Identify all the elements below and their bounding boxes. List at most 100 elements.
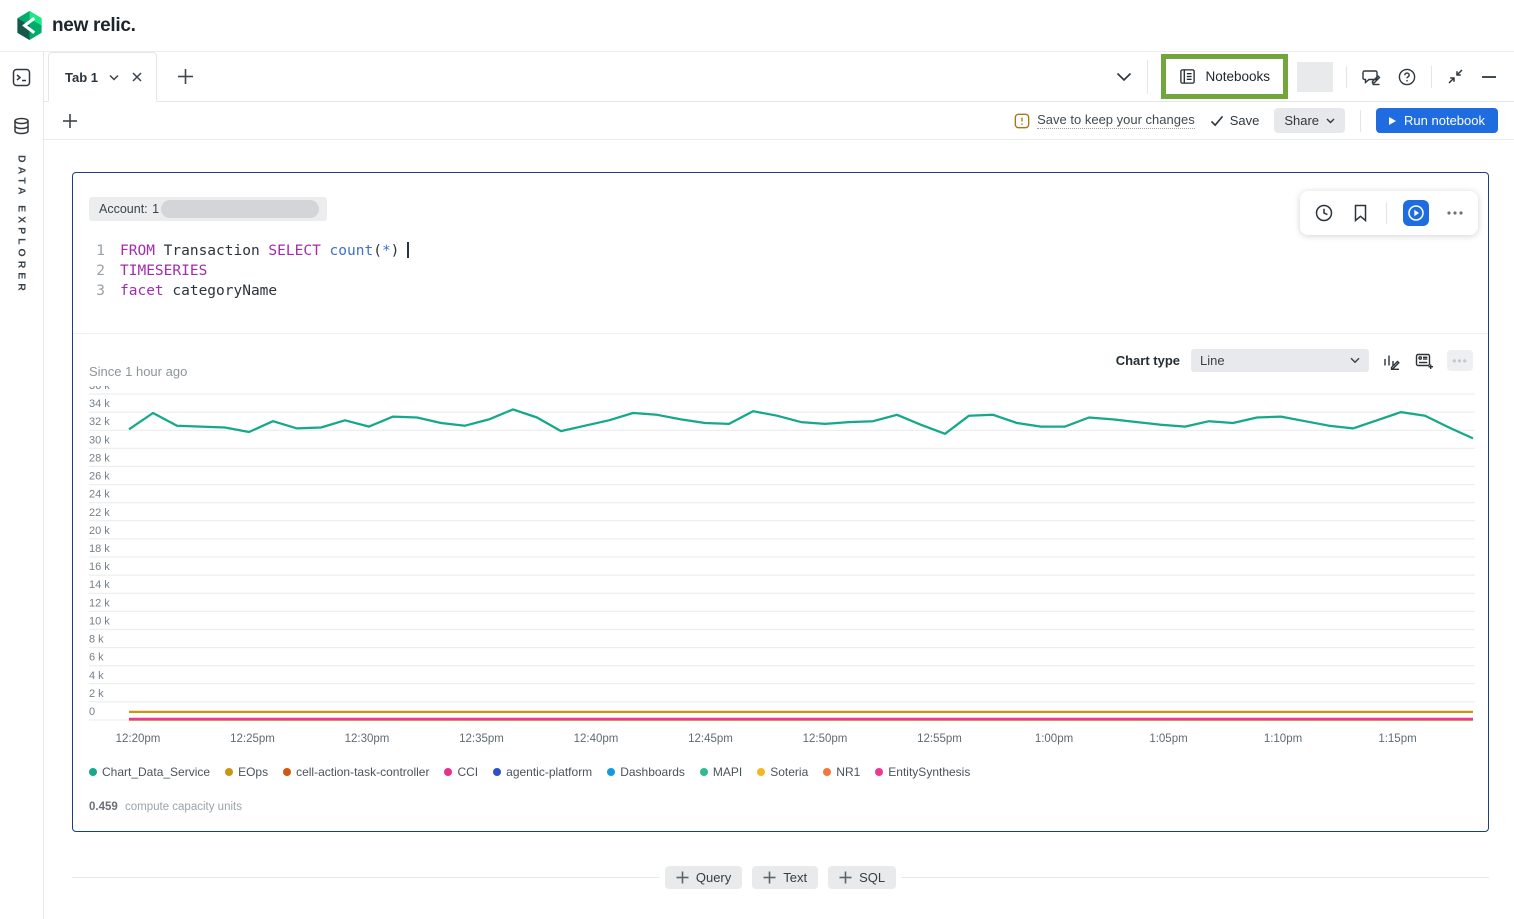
unsaved-changes-hint[interactable]: Save to keep your changes xyxy=(1014,112,1195,129)
collapse-icon[interactable] xyxy=(1445,66,1466,87)
legend-item[interactable]: agentic-platform xyxy=(493,765,592,779)
legend-dot xyxy=(225,768,233,776)
divider xyxy=(1431,66,1432,88)
legend-item[interactable]: Dashboards xyxy=(607,765,685,779)
add-cell-top-button[interactable] xyxy=(60,111,80,131)
query-line[interactable]: 2TIMESERIES xyxy=(89,261,409,281)
svg-text:1:05pm: 1:05pm xyxy=(1149,733,1187,745)
cell-divider xyxy=(73,333,1488,334)
legend-dot xyxy=(444,768,452,776)
legend-label: CCI xyxy=(457,765,478,779)
legend-dot xyxy=(757,768,765,776)
legend-item[interactable]: EntitySynthesis xyxy=(875,765,970,779)
legend-label: agentic-platform xyxy=(506,765,592,779)
query-history-icon[interactable] xyxy=(1313,202,1335,224)
divider xyxy=(1147,60,1148,94)
add-tab-button[interactable] xyxy=(175,66,196,87)
legend-item[interactable]: EOps xyxy=(225,765,268,779)
legend-item[interactable]: Chart_Data_Service xyxy=(89,765,210,779)
svg-text:12:40pm: 12:40pm xyxy=(574,733,619,745)
chart-type-value: Line xyxy=(1200,353,1225,368)
data-explorer-label: DATA EXPLORER xyxy=(16,155,28,295)
legend-label: MAPI xyxy=(713,765,742,779)
notebooks-button[interactable]: Notebooks xyxy=(1161,54,1288,99)
cell-more-options-icon[interactable] xyxy=(1445,209,1465,217)
help-icon[interactable] xyxy=(1396,66,1418,88)
svg-text:4 k: 4 k xyxy=(89,670,104,682)
play-icon xyxy=(1389,117,1396,125)
tab-close-icon[interactable] xyxy=(130,70,144,84)
save-button[interactable]: Save xyxy=(1210,113,1260,128)
cost-footer: 0.459 compute capacity units xyxy=(89,801,242,813)
add-button-label: Query xyxy=(696,870,731,885)
legend-item[interactable]: NR1 xyxy=(823,765,860,779)
legend-item[interactable]: CCI xyxy=(444,765,478,779)
line-number: 2 xyxy=(89,261,105,281)
account-pill[interactable]: Account: 1 xyxy=(89,197,327,221)
query-line[interactable]: 3facet categoryName xyxy=(89,281,409,301)
svg-text:12:25pm: 12:25pm xyxy=(230,733,275,745)
new-relic-logo-mark xyxy=(15,10,44,41)
nrql-query-editor[interactable]: 1FROM Transaction SELECT count(*)2TIMESE… xyxy=(89,241,409,301)
feedback-icon[interactable] xyxy=(1360,66,1383,88)
add-sql-button[interactable]: SQL xyxy=(828,866,896,889)
chart-type-label: Chart type xyxy=(1116,353,1180,368)
svg-text:10 k: 10 k xyxy=(89,615,110,627)
tab-bar: Tab 1 xyxy=(44,52,1514,102)
chart-legend: Chart_Data_Service EOps cell-action-task-c… xyxy=(89,765,970,779)
add-query-button[interactable]: Query xyxy=(665,866,742,889)
svg-text:32 k: 32 k xyxy=(89,416,110,428)
notebook-content: Account: 1 xyxy=(44,140,1514,919)
timeseries-chart[interactable]: 36 k34 k32 k30 k28 k26 k24 k22 k20 k18 k… xyxy=(89,386,1475,756)
data-explorer-icon[interactable] xyxy=(10,115,33,139)
legend-label: Dashboards xyxy=(620,765,685,779)
query-console-icon[interactable] xyxy=(10,66,33,89)
text-cursor xyxy=(407,242,409,258)
minimize-icon[interactable] xyxy=(1479,73,1499,81)
plus-icon xyxy=(839,871,852,884)
plus-icon xyxy=(763,871,776,884)
add-text-button[interactable]: Text xyxy=(752,866,818,889)
legend-item[interactable]: cell-action-task-controller xyxy=(283,765,429,779)
edit-chart-icon[interactable] xyxy=(1380,350,1402,372)
legend-dot xyxy=(823,768,831,776)
query-line[interactable]: 1FROM Transaction SELECT count(*) xyxy=(89,241,409,261)
notebook-icon xyxy=(1179,68,1196,85)
svg-text:12 k: 12 k xyxy=(89,597,110,609)
legend-item[interactable]: Soteria xyxy=(757,765,808,779)
cost-value: 0.459 xyxy=(89,801,118,813)
add-button-label: Text xyxy=(783,870,807,885)
svg-text:1:00pm: 1:00pm xyxy=(1035,733,1073,745)
account-label: Account: xyxy=(99,202,148,216)
svg-text:1:15pm: 1:15pm xyxy=(1378,733,1416,745)
svg-text:12:50pm: 12:50pm xyxy=(803,733,848,745)
since-label: Since 1 hour ago xyxy=(89,364,187,379)
run-query-button[interactable] xyxy=(1403,200,1429,226)
user-avatar-redacted[interactable] xyxy=(1297,62,1333,92)
chart-type-select[interactable]: Line xyxy=(1191,349,1369,372)
run-notebook-button[interactable]: Run notebook xyxy=(1376,108,1498,133)
add-to-dashboard-icon[interactable] xyxy=(1413,350,1436,372)
tab-chevron-down-icon[interactable] xyxy=(107,72,121,83)
divider xyxy=(1386,202,1387,224)
svg-text:14 k: 14 k xyxy=(89,579,110,591)
legend-dot xyxy=(607,768,615,776)
account-value: 1 xyxy=(152,202,159,216)
legend-item[interactable]: MAPI xyxy=(700,765,742,779)
legend-dot xyxy=(89,768,97,776)
divider xyxy=(1346,66,1347,88)
left-rail: DATA EXPLORER xyxy=(0,52,44,919)
query-line-code: FROM Transaction SELECT count(*) xyxy=(120,241,409,261)
chart-more-options-icon[interactable]: ••• xyxy=(1447,350,1473,371)
legend-dot xyxy=(493,768,501,776)
share-button[interactable]: Share xyxy=(1274,108,1345,133)
add-cell-row: QueryTextSQL xyxy=(72,877,1489,878)
svg-text:12:35pm: 12:35pm xyxy=(459,733,504,745)
legend-label: EntitySynthesis xyxy=(888,765,970,779)
tab-list-chevron-icon[interactable] xyxy=(1114,70,1134,84)
bookmark-icon[interactable] xyxy=(1351,202,1370,224)
avatar-blue-shape xyxy=(1288,67,1306,86)
svg-text:2 k: 2 k xyxy=(89,688,104,700)
chart-controls: Chart type Line xyxy=(1116,349,1473,372)
tab-1[interactable]: Tab 1 xyxy=(48,52,157,102)
